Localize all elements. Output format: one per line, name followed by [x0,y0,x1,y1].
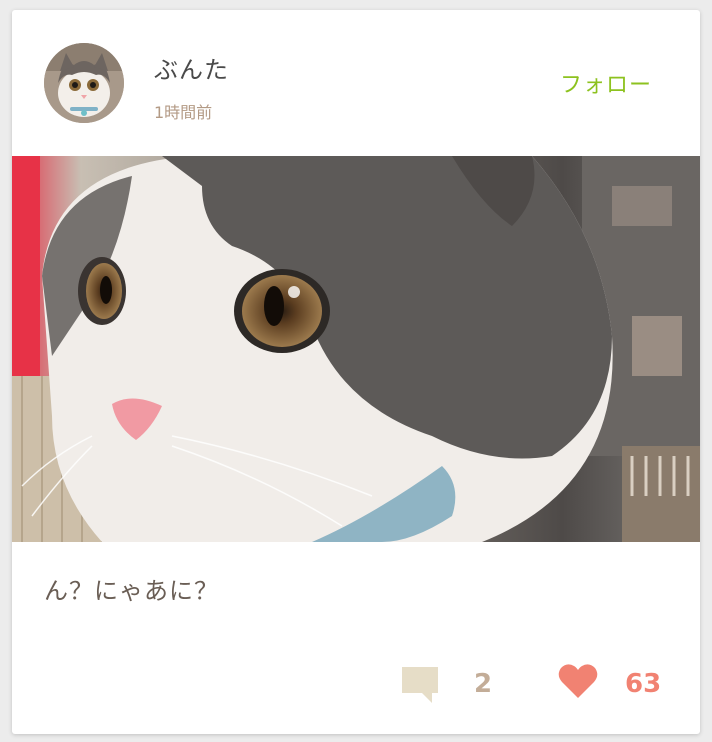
cat-avatar-icon [44,43,124,123]
post-card: ぶんた 1時間前 フォロー ん？にゃあに？ 2 63 [12,10,700,734]
follow-button[interactable]: フォロー [560,67,652,99]
post-caption: ん？にゃあに？ [44,577,219,605]
cat-photo-icon [12,156,700,542]
post-photo[interactable] [12,156,700,542]
comment-count: 2 [474,669,493,699]
like-count: 63 [625,669,662,699]
user-avatar[interactable] [44,43,124,123]
comment-icon[interactable] [402,667,438,703]
username[interactable]: ぶんた [154,50,229,85]
post-timestamp: 1時間前 [154,103,213,122]
heart-icon[interactable] [558,663,598,699]
